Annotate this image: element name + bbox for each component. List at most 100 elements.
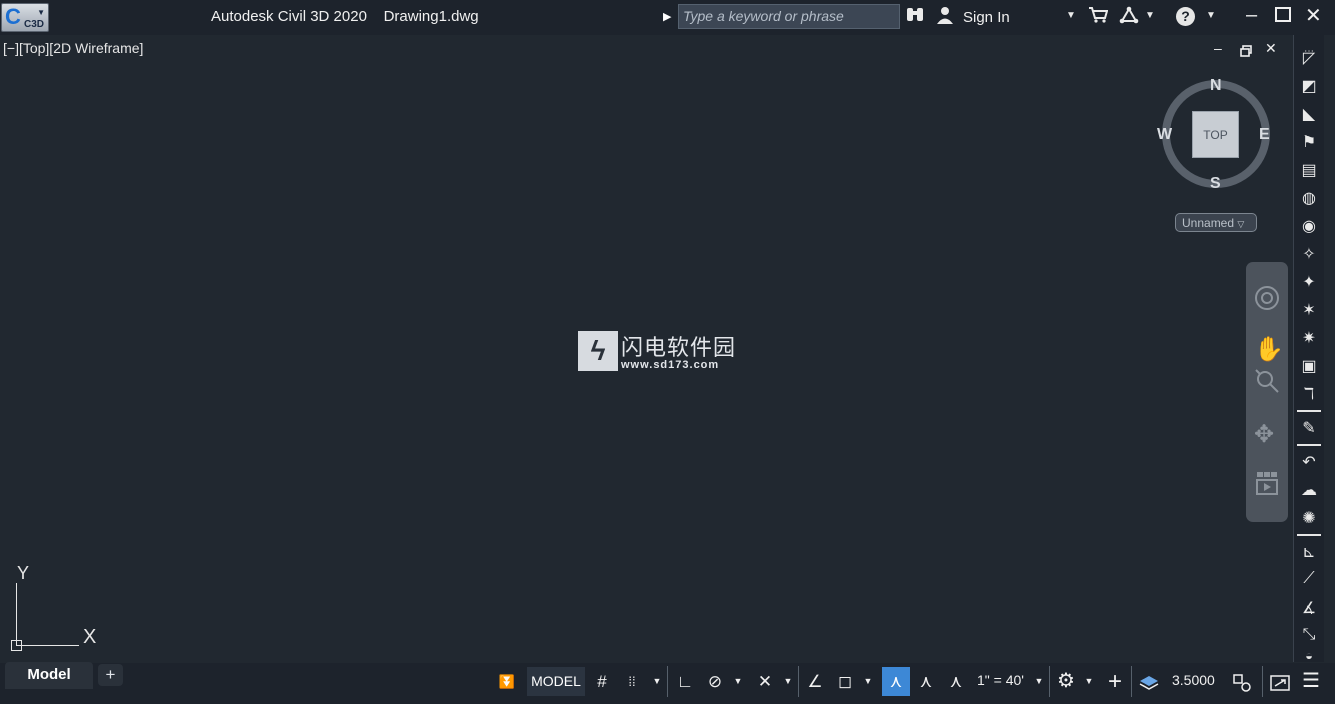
connect-icon[interactable]	[1119, 6, 1139, 29]
workspace-dropdown-icon[interactable]: ▼	[1082, 667, 1096, 696]
grid-icon[interactable]: #	[590, 667, 614, 696]
add-layout-tab-button[interactable]: +	[98, 664, 123, 686]
expand-search-icon[interactable]: ▶	[663, 10, 671, 23]
object-snap-tracking-icon[interactable]: ∠	[802, 667, 828, 696]
ucs-x-axis	[16, 645, 79, 646]
aligned-dimension-icon[interactable]: ⟋	[1297, 570, 1321, 588]
document-icon[interactable]: ▤	[1297, 160, 1321, 180]
help-icon[interactable]: ?	[1176, 7, 1195, 26]
sparkle-cursor-icon[interactable]: ✶	[1297, 300, 1321, 320]
workspace-gear-icon[interactable]: ⚙	[1053, 667, 1079, 696]
lineweight-value[interactable]: 3.5000	[1172, 672, 1215, 688]
isodraft-icon[interactable]: ✕	[752, 667, 778, 696]
cloud-icon[interactable]: ☁	[1297, 480, 1321, 500]
watermark-logo-icon: ϟ	[578, 331, 618, 371]
maximize-icon[interactable]	[1275, 6, 1291, 29]
region-icon[interactable]: ◩	[1297, 76, 1321, 96]
viewport-minimize-icon[interactable]: –	[1214, 40, 1222, 56]
zoom-extents-icon[interactable]	[1254, 368, 1280, 401]
object-snap-dropdown-icon[interactable]: ▼	[861, 667, 875, 696]
document-name: Drawing1.dwg	[383, 8, 479, 25]
ucs-menu[interactable]: Unnamed ▽	[1175, 213, 1257, 232]
ortho-icon[interactable]: ∟	[672, 667, 698, 696]
pen-sparkle-icon[interactable]: ✎	[1297, 418, 1321, 438]
steering-wheel-icon[interactable]	[1254, 285, 1280, 318]
plus-icon[interactable]: +	[1102, 667, 1128, 696]
full-screen-icon[interactable]	[1267, 667, 1293, 696]
flag-icon[interactable]: ⚑	[1297, 132, 1321, 152]
compass-north[interactable]: N	[1210, 77, 1222, 95]
annotation-scale-icon[interactable]: ⋏	[943, 667, 969, 696]
chevron-down-icon: ▽	[1237, 219, 1245, 229]
annotation-visibility-icon[interactable]: ⋏	[882, 667, 910, 696]
tab-model[interactable]: Model	[5, 662, 93, 689]
sparkle-icon[interactable]: ✧	[1297, 244, 1321, 264]
chevron-down-icon: ▼	[37, 8, 45, 17]
toolbar-separator	[1297, 444, 1321, 446]
snap-dropdown-icon[interactable]: ▼	[650, 667, 664, 696]
layers-icon[interactable]	[1136, 667, 1162, 696]
object-snap-icon[interactable]: ◻	[832, 667, 858, 696]
angular-dimension-icon[interactable]: ∡	[1297, 598, 1321, 618]
status-separator	[667, 666, 668, 697]
ucs-y-axis	[16, 583, 17, 645]
polar-tracking-icon[interactable]: ⊘	[702, 667, 728, 696]
auto-scale-icon[interactable]: ⋏	[913, 667, 939, 696]
ucs-x-label: X	[83, 626, 97, 648]
point-icon[interactable]: ◣	[1297, 104, 1321, 124]
polyline-icon[interactable]: ◸	[1297, 48, 1321, 68]
compass-west[interactable]: W	[1157, 126, 1172, 144]
pan-hand-icon[interactable]: ✋	[1254, 335, 1284, 364]
minimize-icon[interactable]: –	[1246, 4, 1257, 27]
close-icon[interactable]: ✕	[1305, 3, 1322, 28]
showmotion-icon[interactable]	[1254, 470, 1280, 503]
leader-icon[interactable]: ⤡	[1297, 626, 1321, 644]
image-icon[interactable]: ▣	[1297, 356, 1321, 376]
customization-menu-icon[interactable]: ☰	[1298, 667, 1324, 696]
circle-dimension-icon[interactable]: ◒	[1297, 648, 1321, 663]
double-chevron-down-icon[interactable]: ⏬	[498, 667, 516, 696]
viewport-controls[interactable]: [−][Top][2D Wireframe]	[3, 40, 143, 56]
search-input[interactable]: Type a keyword or phrase	[678, 4, 900, 29]
ucs-y-label: Y	[17, 563, 30, 583]
civil3d-logo-icon: C	[5, 4, 21, 29]
cart-icon[interactable]	[1088, 6, 1109, 29]
right-toolbar	[1293, 35, 1324, 662]
app-name: Autodesk Civil 3D 2020	[211, 8, 367, 25]
compass-east[interactable]: E	[1259, 126, 1270, 144]
globe-icon[interactable]: ◉	[1297, 216, 1321, 236]
status-separator	[798, 666, 799, 697]
undo-icon[interactable]: ↶	[1297, 452, 1321, 472]
user-icon	[936, 6, 954, 29]
dimension-icon[interactable]: ⊾	[1297, 542, 1321, 562]
ucs-menu-label: Unnamed	[1182, 216, 1235, 230]
viewport-restore-icon[interactable]	[1240, 44, 1252, 60]
sparkle-search-icon[interactable]: ✷	[1297, 328, 1321, 348]
connect-dropdown-icon[interactable]: ▼	[1145, 10, 1155, 21]
compass-south[interactable]: S	[1210, 175, 1221, 193]
model-space-button[interactable]: MODEL	[527, 667, 585, 696]
isodraft-dropdown-icon[interactable]: ▼	[781, 667, 795, 696]
sparkle-move-icon[interactable]: ✺	[1297, 508, 1321, 528]
viewcube-top-face[interactable]: TOP	[1192, 111, 1239, 158]
help-dropdown-icon[interactable]: ▼	[1206, 10, 1216, 21]
annotation-scale-dropdown-icon[interactable]: ▼	[1032, 667, 1046, 696]
watermark-url: www.sd173.com	[621, 359, 720, 371]
status-separator	[1131, 666, 1132, 697]
sparkle-text-icon[interactable]: ✦	[1297, 272, 1321, 292]
annotation-scale-value[interactable]: 1" = 40'	[977, 672, 1024, 688]
sign-in-button[interactable]: Sign In	[963, 9, 1010, 26]
application-menu-button[interactable]: C C3D ▼	[1, 3, 49, 32]
hook-icon[interactable]: ℸ	[1297, 384, 1321, 404]
window-title: Autodesk Civil 3D 2020 Drawing1.dwg	[211, 8, 479, 25]
snap-mode-icon[interactable]: ⁞⁞	[619, 667, 645, 696]
binoculars-icon[interactable]	[905, 6, 925, 29]
polar-dropdown-icon[interactable]: ▼	[731, 667, 745, 696]
status-separator	[1262, 666, 1263, 697]
globe-grid-icon[interactable]: ◍	[1297, 188, 1321, 208]
orbit-icon[interactable]: ✥	[1254, 420, 1274, 449]
viewport-close-icon[interactable]: ✕	[1265, 40, 1277, 57]
sign-in-dropdown-icon[interactable]: ▼	[1066, 10, 1076, 21]
toolbar-separator	[1297, 410, 1321, 412]
shapes-icon[interactable]	[1229, 667, 1255, 696]
